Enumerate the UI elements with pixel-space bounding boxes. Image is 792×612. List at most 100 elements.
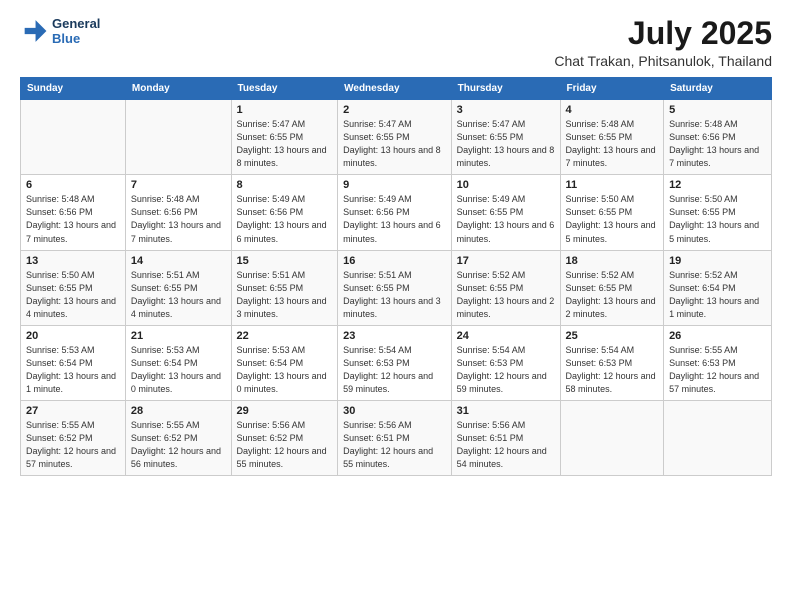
calendar-cell: 5 Sunrise: 5:48 AM Sunset: 6:56 PM Daylig… xyxy=(664,100,772,175)
day-info: Sunrise: 5:47 AM Sunset: 6:55 PM Dayligh… xyxy=(343,118,446,170)
day-number: 22 xyxy=(237,330,333,342)
day-info: Sunrise: 5:56 AM Sunset: 6:51 PM Dayligh… xyxy=(343,419,446,471)
day-info: Sunrise: 5:49 AM Sunset: 6:56 PM Dayligh… xyxy=(237,193,333,245)
calendar-cell: 8 Sunrise: 5:49 AM Sunset: 6:56 PM Daylig… xyxy=(231,175,338,250)
day-info: Sunrise: 5:53 AM Sunset: 6:54 PM Dayligh… xyxy=(131,344,226,396)
header: General Blue July 2025 Chat Trakan, Phit… xyxy=(20,16,772,69)
week-row-5: 27 Sunrise: 5:55 AM Sunset: 6:52 PM Dayli… xyxy=(21,400,772,475)
day-number: 31 xyxy=(457,405,555,417)
calendar-cell: 30 Sunrise: 5:56 AM Sunset: 6:51 PM Dayli… xyxy=(338,400,452,475)
calendar-cell: 18 Sunrise: 5:52 AM Sunset: 6:55 PM Dayli… xyxy=(560,250,664,325)
day-number: 26 xyxy=(669,330,766,342)
day-info: Sunrise: 5:48 AM Sunset: 6:56 PM Dayligh… xyxy=(26,193,120,245)
day-info: Sunrise: 5:48 AM Sunset: 6:56 PM Dayligh… xyxy=(131,193,226,245)
day-info: Sunrise: 5:47 AM Sunset: 6:55 PM Dayligh… xyxy=(237,118,333,170)
day-number: 8 xyxy=(237,179,333,191)
calendar-cell: 31 Sunrise: 5:56 AM Sunset: 6:51 PM Dayli… xyxy=(451,400,560,475)
day-number: 11 xyxy=(566,179,659,191)
day-number: 9 xyxy=(343,179,446,191)
day-info: Sunrise: 5:50 AM Sunset: 6:55 PM Dayligh… xyxy=(669,193,766,245)
calendar-cell: 23Sunrise: 5:54 AM Sunset: 6:53 PM Dayli… xyxy=(338,325,452,400)
day-info: Sunrise: 5:56 AM Sunset: 6:51 PM Dayligh… xyxy=(457,419,555,471)
day-number: 14 xyxy=(131,255,226,267)
day-number: 17 xyxy=(457,255,555,267)
week-row-4: 20 Sunrise: 5:53 AM Sunset: 6:54 PM Dayli… xyxy=(21,325,772,400)
day-number: 7 xyxy=(131,179,226,191)
day-number: 3 xyxy=(457,104,555,116)
main-title: July 2025 xyxy=(554,16,772,51)
day-number: 24 xyxy=(457,330,555,342)
calendar-cell: 27Sunrise: 5:55 AM Sunset: 6:52 PM Dayli… xyxy=(21,400,126,475)
page: General Blue July 2025 Chat Trakan, Phit… xyxy=(0,0,792,612)
day-number: 13 xyxy=(26,255,120,267)
day-info: Sunrise: 5:56 AM Sunset: 6:52 PM Dayligh… xyxy=(237,419,333,471)
day-info: Sunrise: 5:52 AM Sunset: 6:55 PM Dayligh… xyxy=(566,269,659,321)
day-info: Sunrise: 5:51 AM Sunset: 6:55 PM Dayligh… xyxy=(131,269,226,321)
calendar-table: SundayMondayTuesdayWednesdayThursdayFrid… xyxy=(20,77,772,476)
calendar-cell: 10Sunrise: 5:49 AM Sunset: 6:55 PM Dayli… xyxy=(451,175,560,250)
logo: General Blue xyxy=(20,16,100,46)
calendar-cell: 15 Sunrise: 5:51 AM Sunset: 6:55 PM Dayli… xyxy=(231,250,338,325)
calendar-cell: 22 Sunrise: 5:53 AM Sunset: 6:54 PM Dayli… xyxy=(231,325,338,400)
calendar-cell: 11 Sunrise: 5:50 AM Sunset: 6:55 PM Dayli… xyxy=(560,175,664,250)
logo-icon xyxy=(20,17,48,45)
calendar-cell: 16 Sunrise: 5:51 AM Sunset: 6:55 PM Dayli… xyxy=(338,250,452,325)
calendar-cell: 9 Sunrise: 5:49 AM Sunset: 6:56 PM Daylig… xyxy=(338,175,452,250)
day-number: 27 xyxy=(26,405,120,417)
calendar-cell xyxy=(125,100,231,175)
day-number: 23 xyxy=(343,330,446,342)
day-number: 29 xyxy=(237,405,333,417)
calendar-cell: 29 Sunrise: 5:56 AM Sunset: 6:52 PM Dayli… xyxy=(231,400,338,475)
day-number: 5 xyxy=(669,104,766,116)
day-number: 21 xyxy=(131,330,226,342)
week-row-1: 1Sunrise: 5:47 AM Sunset: 6:55 PM Daylig… xyxy=(21,100,772,175)
day-header-saturday: Saturday xyxy=(664,78,772,100)
day-number: 4 xyxy=(566,104,659,116)
week-row-3: 13Sunrise: 5:50 AM Sunset: 6:55 PM Dayli… xyxy=(21,250,772,325)
logo-text: General Blue xyxy=(52,16,100,46)
calendar-cell: 24 Sunrise: 5:54 AM Sunset: 6:53 PM Dayli… xyxy=(451,325,560,400)
day-header-sunday: Sunday xyxy=(21,78,126,100)
calendar-cell: 17 Sunrise: 5:52 AM Sunset: 6:55 PM Dayli… xyxy=(451,250,560,325)
day-number: 2 xyxy=(343,104,446,116)
day-info: Sunrise: 5:51 AM Sunset: 6:55 PM Dayligh… xyxy=(237,269,333,321)
header-row: SundayMondayTuesdayWednesdayThursdayFrid… xyxy=(21,78,772,100)
calendar-cell: 4Sunrise: 5:48 AM Sunset: 6:55 PM Daylig… xyxy=(560,100,664,175)
calendar-cell: 21 Sunrise: 5:53 AM Sunset: 6:54 PM Dayli… xyxy=(125,325,231,400)
day-info: Sunrise: 5:51 AM Sunset: 6:55 PM Dayligh… xyxy=(343,269,446,321)
day-info: Sunrise: 5:55 AM Sunset: 6:52 PM Dayligh… xyxy=(131,419,226,471)
calendar-cell: 25Sunrise: 5:54 AM Sunset: 6:53 PM Dayli… xyxy=(560,325,664,400)
calendar-cell: 6 Sunrise: 5:48 AM Sunset: 6:56 PM Daylig… xyxy=(21,175,126,250)
day-number: 18 xyxy=(566,255,659,267)
day-number: 19 xyxy=(669,255,766,267)
day-info: Sunrise: 5:53 AM Sunset: 6:54 PM Dayligh… xyxy=(237,344,333,396)
calendar-cell: 7 Sunrise: 5:48 AM Sunset: 6:56 PM Daylig… xyxy=(125,175,231,250)
calendar-cell: 13Sunrise: 5:50 AM Sunset: 6:55 PM Dayli… xyxy=(21,250,126,325)
calendar-cell: 2 Sunrise: 5:47 AM Sunset: 6:55 PM Daylig… xyxy=(338,100,452,175)
day-info: Sunrise: 5:54 AM Sunset: 6:53 PM Dayligh… xyxy=(457,344,555,396)
day-number: 12 xyxy=(669,179,766,191)
day-number: 6 xyxy=(26,179,120,191)
day-info: Sunrise: 5:53 AM Sunset: 6:54 PM Dayligh… xyxy=(26,344,120,396)
day-info: Sunrise: 5:49 AM Sunset: 6:56 PM Dayligh… xyxy=(343,193,446,245)
day-info: Sunrise: 5:50 AM Sunset: 6:55 PM Dayligh… xyxy=(566,193,659,245)
day-info: Sunrise: 5:48 AM Sunset: 6:56 PM Dayligh… xyxy=(669,118,766,170)
day-number: 15 xyxy=(237,255,333,267)
day-number: 16 xyxy=(343,255,446,267)
day-info: Sunrise: 5:52 AM Sunset: 6:55 PM Dayligh… xyxy=(457,269,555,321)
day-number: 20 xyxy=(26,330,120,342)
day-info: Sunrise: 5:52 AM Sunset: 6:54 PM Dayligh… xyxy=(669,269,766,321)
calendar-cell: 19 Sunrise: 5:52 AM Sunset: 6:54 PM Dayli… xyxy=(664,250,772,325)
calendar-cell xyxy=(664,400,772,475)
calendar-cell: 14 Sunrise: 5:51 AM Sunset: 6:55 PM Dayli… xyxy=(125,250,231,325)
day-number: 10 xyxy=(457,179,555,191)
day-number: 30 xyxy=(343,405,446,417)
day-info: Sunrise: 5:54 AM Sunset: 6:53 PM Dayligh… xyxy=(566,344,659,396)
day-header-friday: Friday xyxy=(560,78,664,100)
calendar-cell: 12 Sunrise: 5:50 AM Sunset: 6:55 PM Dayli… xyxy=(664,175,772,250)
calendar-cell: 3 Sunrise: 5:47 AM Sunset: 6:55 PM Daylig… xyxy=(451,100,560,175)
calendar-cell xyxy=(560,400,664,475)
day-header-monday: Monday xyxy=(125,78,231,100)
title-area: July 2025 Chat Trakan, Phitsanulok, Thai… xyxy=(554,16,772,69)
day-info: Sunrise: 5:47 AM Sunset: 6:55 PM Dayligh… xyxy=(457,118,555,170)
